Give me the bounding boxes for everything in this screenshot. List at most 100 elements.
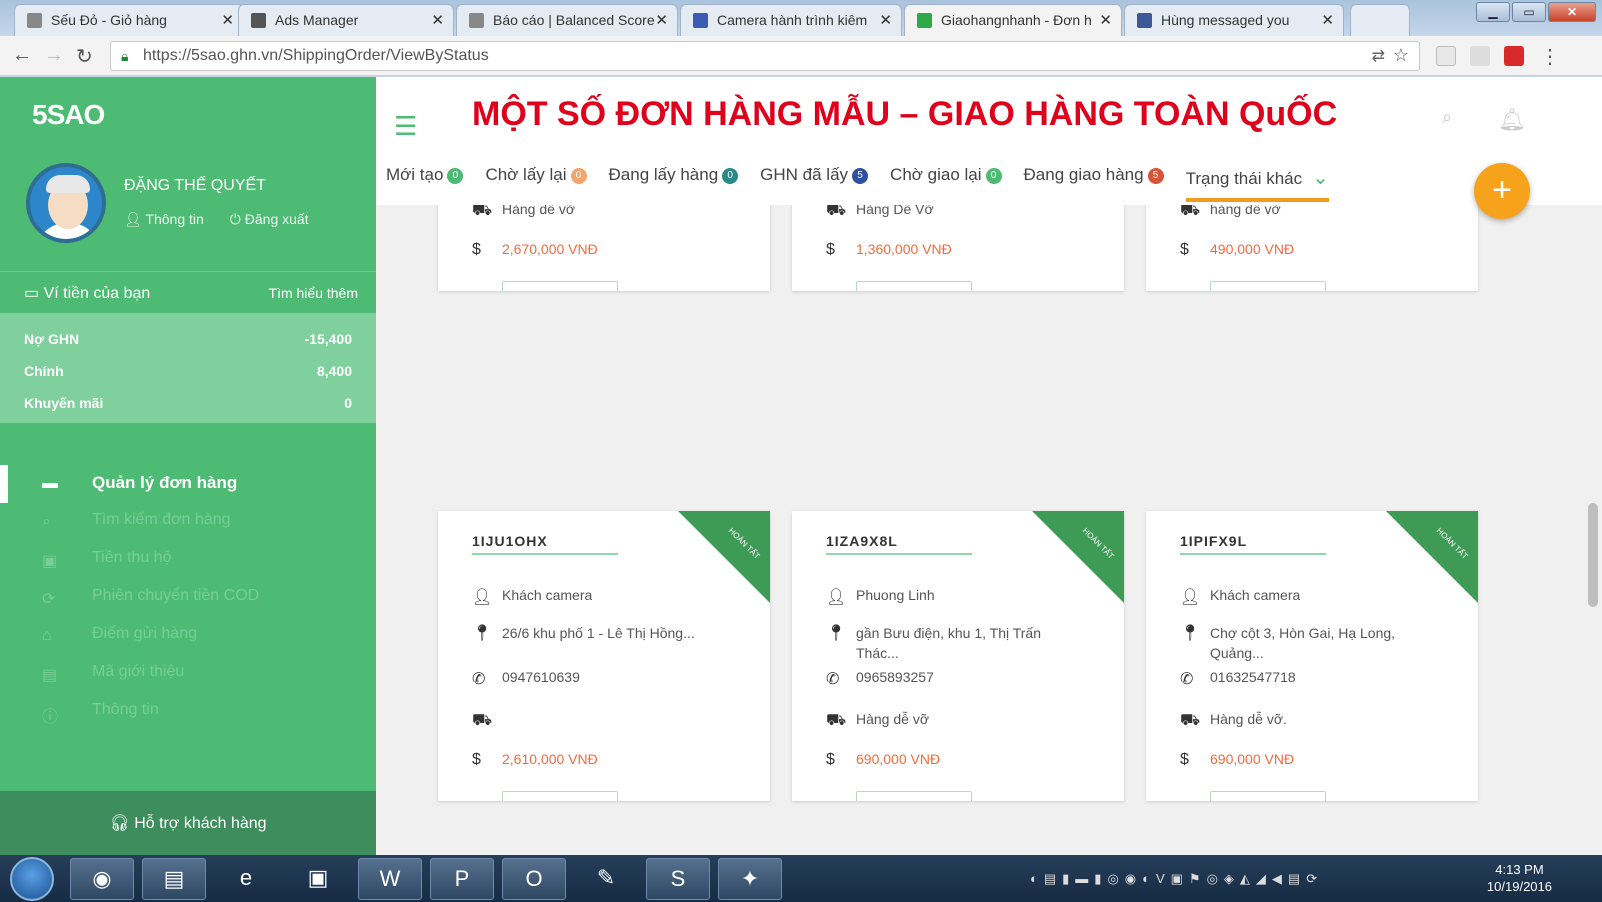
reload-icon[interactable]: ↻ [76,44,93,69]
status-tab[interactable]: Đang giao hàng 5 [1024,165,1164,202]
bookmark-star-icon[interactable]: ☆ [1393,45,1409,66]
translate-icon[interactable]: ⇄ [1372,46,1385,66]
browser-tab[interactable]: Camera hành trình kiêm ✕ [680,4,902,36]
order-card[interactable]: 1IJU1OHX HOÀN TẤT 👤︎ Khách camera 📍︎ 26/6 khu… [438,511,770,801]
chevron-down-icon: ⌄ [1312,167,1329,189]
browser-tab[interactable]: Báo cáo | Balanced Score ✕ [456,4,678,36]
order-price-row: $690,000 VNĐ [826,751,940,769]
calendar-icon: ▦ [472,289,487,291]
status-tab[interactable]: Trạng thái khác ⌄ [1185,165,1329,202]
hamburger-menu-icon[interactable]: ☰ [394,111,417,142]
dollar-icon: $ [826,751,835,768]
order-customer-row: 👤︎ Khách camera [1180,587,1300,607]
powerpoint-taskbar-icon[interactable]: P [430,858,494,900]
service-type-button[interactable]: Chuẩn [856,281,972,291]
calendar-icon: ▦ [472,799,487,801]
word-taskbar-icon[interactable]: W [358,858,422,900]
sidebar-item-label: Tiền thu hộ [92,549,172,566]
forward-icon[interactable]: → [44,44,64,67]
status-tab[interactable]: Chờ giao lại 0 [890,165,1002,202]
tab-title: Giaohangnhanh - Đơn h [941,12,1092,28]
order-price-row: $490,000 VNĐ [1180,241,1294,259]
sidebar-menu: ▬ Quản lý đơn hàng ⌕ Tìm kiếm đơn hàng ▣ Tiền… [0,465,376,731]
url-field[interactable]: 🔒︎ https://5sao.ghn.vn/ShippingOrder/Vie… [110,41,1420,71]
chrome-taskbar-icon[interactable]: ◉ [70,858,134,900]
favicon-icon [693,13,708,28]
order-price-row: $1,360,000 VNĐ [826,241,952,259]
system-tray[interactable]: ◐▤▮▬▮◎◉◐V▣⚑◎◈◭◢◀▤⟳ [1030,871,1323,887]
paint-taskbar-icon[interactable]: ✎ [574,858,638,900]
new-tab-button[interactable] [1350,4,1410,36]
basket-icon: ⛟ [472,712,493,729]
service-type-button[interactable]: Nhanh [502,281,618,291]
close-tab-icon[interactable]: ✕ [1321,11,1334,29]
explorer-taskbar-icon[interactable]: ▤ [142,858,206,900]
browser-tab[interactable]: Giaohangnhanh - Đơn h ✕ [904,4,1122,36]
service-type-button[interactable]: Chuẩn [1210,791,1326,801]
ie-taskbar-icon[interactable]: e [214,858,278,900]
close-window-button[interactable]: ✕ [1548,2,1596,22]
window-controls: ▁ ▭ ✕ [1476,2,1596,22]
service-type-button[interactable]: Chuẩn [1210,281,1326,291]
order-card[interactable]: 1IZA9X8L HOÀN TẤT 👤︎ Phuong Linh 📍︎ gần Bưu đ… [792,511,1124,801]
outlook-taskbar-icon[interactable]: O [502,858,566,900]
support-button[interactable]: 🎧︎ Hỗ trợ khách hàng [0,791,376,855]
sidebar-item[interactable]: ⌕ Tìm kiếm đơn hàng [0,503,376,541]
sidebar-item[interactable]: ▣ Tiền thu hộ [0,541,376,579]
close-tab-icon[interactable]: ✕ [431,11,444,29]
extension-icon[interactable] [1504,46,1524,66]
clock[interactable]: 4:13 PM 10/19/2016 [1487,861,1552,895]
scrollbar-thumb[interactable] [1588,503,1598,607]
menu-item-icon: ▣ [42,553,58,570]
dollar-icon: $ [1180,241,1189,258]
add-order-button[interactable]: + [1474,163,1530,219]
menu-dots-icon[interactable]: ⋮ [1540,44,1560,69]
sidebar-item[interactable]: ⓘ Thông tin [0,693,376,731]
bell-icon[interactable]: 🔔︎ [1498,107,1526,133]
tab-title: Báo cáo | Balanced Score [493,12,655,28]
sidebar-item[interactable]: ▬ Quản lý đơn hàng [0,465,376,503]
close-tab-icon[interactable]: ✕ [879,11,892,29]
browser-tab[interactable]: Sếu Đỏ - Giỏ hàng ✕ [14,4,244,36]
extension-icon[interactable] [1436,46,1456,66]
menu-item-icon: ⌂ [42,627,52,644]
maximize-button[interactable]: ▭ [1512,2,1546,22]
sidebar-item[interactable]: ⟳ Phiên chuyển tiền COD [0,579,376,617]
media-taskbar-icon[interactable]: ▣ [286,858,350,900]
wallet-learn-more-link[interactable]: Tìm hiểu thêm [269,285,358,301]
close-tab-icon[interactable]: ✕ [221,11,234,29]
status-tab[interactable]: Đang lấy hàng 0 [609,165,739,202]
order-price-row: $690,000 VNĐ [1180,751,1294,769]
order-card[interactable]: 1IPIFX9L HOÀN TẤT 👤︎ Khách camera 📍︎ Chợ cột … [1146,511,1478,801]
close-tab-icon[interactable]: ✕ [1099,11,1112,29]
status-tab[interactable]: GHN đã lấy 5 [760,165,869,202]
wallet-header: ▭ Ví tiền của bạn Tìm hiểu thêm [0,271,376,313]
app-taskbar-icon[interactable]: ✦ [718,858,782,900]
order-note: Hàng dễ vỡ [856,711,930,727]
user-info-link[interactable]: 👤︎ Thông tin [124,211,204,228]
close-tab-icon[interactable]: ✕ [655,11,668,29]
skype-taskbar-icon[interactable]: S [646,858,710,900]
browser-tab[interactable]: Hùng messaged you ✕ [1124,4,1344,36]
back-icon[interactable]: ← [12,44,32,67]
search-icon[interactable]: ⌕ [1442,107,1452,128]
location-pin-icon: 📍︎ [826,625,847,642]
start-button[interactable] [10,857,54,901]
sidebar-item[interactable]: ⌂ Điểm gửi hàng [0,617,376,655]
extension-icon[interactable] [1470,46,1490,66]
menu-item-icon: ⟳ [42,591,56,608]
order-price: 690,000 VNĐ [856,751,941,767]
minimize-button[interactable]: ▁ [1476,2,1510,22]
logout-link[interactable]: ⏻ Đăng xuất [230,211,309,228]
browser-tab[interactable]: Ads Manager ✕ [238,4,454,36]
status-tab[interactable]: Mới tạo 0 [386,165,464,202]
app-logo[interactable]: 5SAO [32,99,105,131]
status-tab[interactable]: Chờ lấy lại 0 [485,165,587,202]
avatar [26,163,106,243]
service-type-button[interactable]: Nhanh [502,791,618,801]
sidebar-item-label: Tìm kiếm đơn hàng [92,511,231,528]
service-type-button[interactable]: Nhanh [856,791,972,801]
scrollbar[interactable] [1586,207,1600,853]
sidebar-item[interactable]: ▤ Mã giới thiệu [0,655,376,693]
order-price-row: $2,610,000 VNĐ [472,751,598,769]
